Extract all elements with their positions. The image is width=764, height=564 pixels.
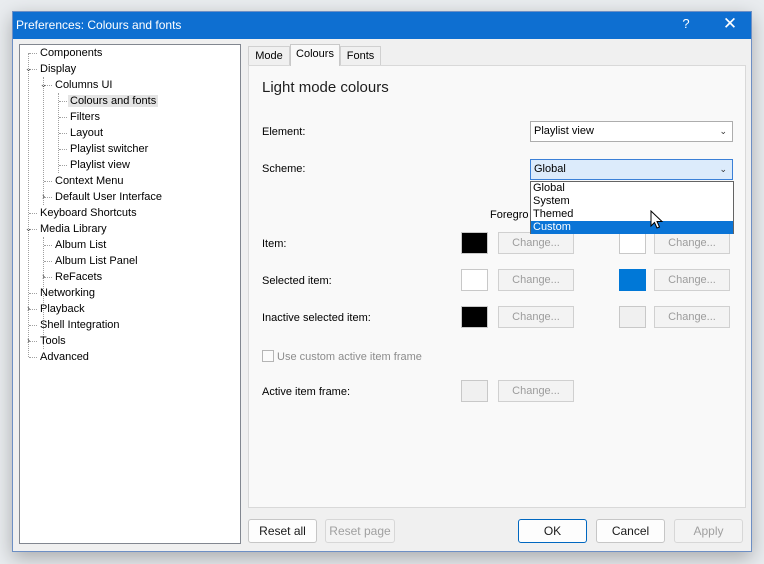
tree-item-playback[interactable]: Playback [38,301,87,317]
mouse-pointer-icon [650,210,664,229]
foreground-column-header: Foregro [490,209,529,221]
tree-item-playlist-view[interactable]: Playlist view [68,157,132,173]
scheme-dropdown-list[interactable]: Global System Themed Custom [530,181,734,234]
expand-display-icon[interactable]: ⌄ [24,64,33,73]
tree-item-components[interactable]: Components [38,45,104,61]
tree-item-layout[interactable]: Layout [68,125,105,141]
tree-item-advanced[interactable]: Advanced [38,349,91,365]
preferences-window: Preferences: Colours and fonts ? ✕ ⌄ ⌄ ›… [12,11,752,552]
expand-tools-icon[interactable]: › [24,336,33,345]
tree-item-album-list[interactable]: Album List [53,237,108,253]
scheme-option-custom[interactable]: Custom [531,221,733,234]
selected-foreground-change-button[interactable]: Change... [498,269,574,291]
item-foreground-swatch [461,232,488,254]
inactive-selected-item-label: Inactive selected item: [262,312,371,324]
title-bar: Preferences: Colours and fonts ? ✕ [13,12,751,39]
expand-columns-ui-icon[interactable]: ⌄ [39,80,48,89]
tree-item-columns-ui[interactable]: Columns UI [53,77,114,93]
tree-item-refacets[interactable]: ReFacets [53,269,104,285]
tree-item-media-library[interactable]: Media Library [38,221,109,237]
expand-refacets-icon[interactable]: › [39,272,48,281]
panel-heading: Light mode colours [262,79,389,96]
scheme-option-themed[interactable]: Themed [531,208,733,221]
element-select[interactable]: Playlist view ⌄ [530,121,733,142]
help-icon[interactable]: ? [680,16,692,31]
tab-colours[interactable]: Colours [290,44,340,66]
chevron-down-icon: ⌄ [719,164,727,174]
reset-page-button[interactable]: Reset page [325,519,395,543]
tree-item-tools[interactable]: Tools [38,333,68,349]
tab-mode[interactable]: Mode [248,46,290,66]
item-label: Item: [262,238,287,250]
tree-item-display[interactable]: Display [38,61,78,77]
scheme-option-system[interactable]: System [531,195,733,208]
selected-background-change-button[interactable]: Change... [654,269,730,291]
tree-item-album-list-panel[interactable]: Album List Panel [53,253,140,269]
tree-item-playlist-switcher[interactable]: Playlist switcher [68,141,150,157]
inactive-foreground-swatch [461,306,488,328]
active-frame-change-button[interactable]: Change... [498,380,574,402]
scheme-label: Scheme: [262,163,306,175]
tree-item-colours-and-fonts[interactable]: Colours and fonts [68,93,159,109]
item-background-change-button[interactable]: Change... [654,232,730,254]
custom-frame-label: Use custom active item frame [277,351,422,363]
element-label: Element: [262,126,306,138]
close-icon[interactable]: ✕ [721,14,739,34]
reset-all-button[interactable]: Reset all [248,519,317,543]
tree-item-default-user-interface[interactable]: Default User Interface [53,189,164,205]
scheme-select-value: Global [534,163,566,175]
scheme-option-global[interactable]: Global [531,182,733,195]
apply-button[interactable]: Apply [674,519,743,543]
colours-panel: Light mode colours Element: Playlist vie… [248,65,746,508]
tree-item-context-menu[interactable]: Context Menu [53,173,125,189]
expand-default-ui-icon[interactable]: › [39,192,48,201]
active-frame-label: Active item frame: [262,386,351,398]
item-foreground-change-button[interactable]: Change... [498,232,574,254]
tree-item-networking[interactable]: Networking [38,285,97,301]
active-frame-swatch [461,380,488,402]
custom-frame-option[interactable]: Use custom active item frame [262,350,422,363]
custom-frame-checkbox[interactable] [262,350,274,362]
scheme-select[interactable]: Global ⌄ [530,159,733,180]
tree-item-filters[interactable]: Filters [68,109,102,125]
chevron-down-icon: ⌄ [719,126,727,136]
item-background-swatch [619,232,646,254]
inactive-background-swatch [619,306,646,328]
element-select-value: Playlist view [534,125,594,137]
cancel-button[interactable]: Cancel [596,519,665,543]
inactive-background-change-button[interactable]: Change... [654,306,730,328]
tab-fonts[interactable]: Fonts [340,46,381,66]
inactive-foreground-change-button[interactable]: Change... [498,306,574,328]
expand-playback-icon[interactable]: › [24,304,33,313]
ok-button[interactable]: OK [518,519,587,543]
tree-item-shell-integration[interactable]: Shell Integration [38,317,122,333]
selected-background-swatch [619,269,646,291]
window-title: Preferences: Colours and fonts [16,18,182,32]
selected-item-label: Selected item: [262,275,332,287]
preferences-tree[interactable]: ⌄ ⌄ › ⌄ › › › Components Display Columns… [19,44,241,544]
tree-item-keyboard-shortcuts[interactable]: Keyboard Shortcuts [38,205,139,221]
selected-foreground-swatch [461,269,488,291]
expand-media-library-icon[interactable]: ⌄ [24,224,33,233]
